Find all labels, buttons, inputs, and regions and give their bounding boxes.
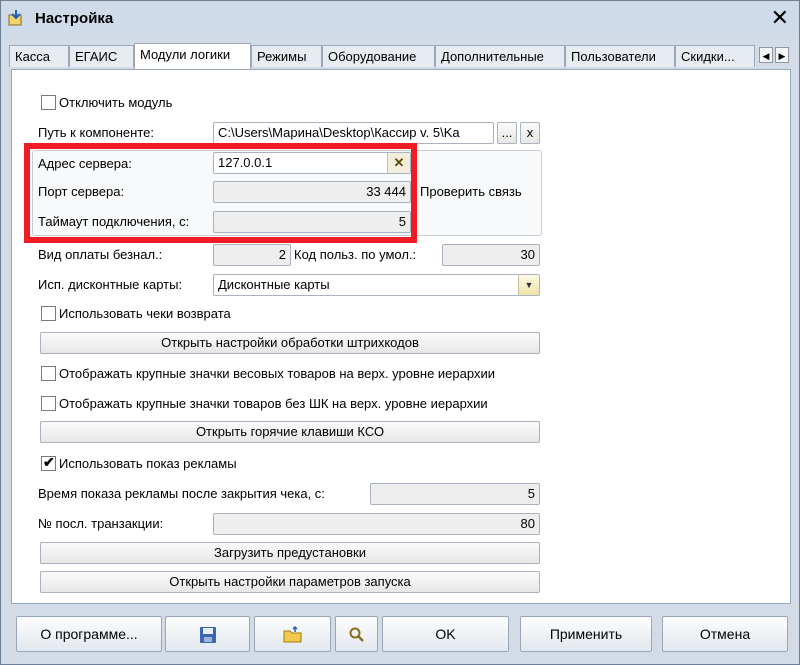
apply-button[interactable]: Применить [520, 616, 652, 652]
path-field[interactable]: C:\Users\Марина\Desktop\Кассир v. 5\Ka [213, 122, 494, 144]
discount-cards-label: Исп. дисконтные карты: [38, 277, 183, 292]
chevron-down-icon[interactable]: ▼ [518, 275, 539, 295]
ads-time-field[interactable]: 5 [370, 483, 540, 505]
weight-icons-checkbox[interactable] [41, 366, 56, 381]
disable-module-checkbox[interactable] [41, 95, 56, 110]
title-bar: Настройка ✕ [1, 1, 799, 37]
window-title: Настройка [35, 10, 114, 27]
last-transaction-field[interactable]: 80 [213, 513, 540, 535]
nobarcode-icons-checkbox[interactable] [41, 396, 56, 411]
use-returns-label: Использовать чеки возврата [59, 306, 231, 321]
settings-window: Настройка ✕ Касса ЕГАИС Модули логики Ре… [0, 0, 800, 665]
ads-time-label: Время показа рекламы после закрытия чека… [38, 486, 325, 501]
discount-cards-select[interactable]: Дисконтные карты ▼ [213, 274, 540, 296]
default-user-code-field[interactable]: 30 [442, 244, 540, 266]
tab-additional[interactable]: Дополнительные [435, 45, 565, 67]
sco-hotkeys-button[interactable]: Открыть горячие клавиши КСО [40, 421, 540, 443]
server-address-label: Адрес сервера: [38, 156, 132, 171]
tab-egais[interactable]: ЕГАИС [69, 45, 134, 67]
search-icon [349, 627, 364, 643]
tab-scroll-right-icon[interactable]: ▶ [775, 47, 789, 63]
floppy-disk-icon [199, 627, 216, 644]
path-label: Путь к компоненте: [38, 125, 154, 140]
tab-equipment[interactable]: Оборудование [322, 45, 435, 67]
cancel-button[interactable]: Отмена [662, 616, 788, 652]
cashless-payment-label: Вид оплаты безнал.: [38, 247, 163, 262]
search-button[interactable] [335, 616, 378, 652]
checkmark-icon: ✔ [43, 454, 55, 470]
save-button[interactable] [165, 616, 250, 652]
launch-params-button[interactable]: Открыть настройки параметров запуска [40, 571, 540, 593]
server-address-field[interactable]: 127.0.0.1 ✕ [213, 152, 411, 174]
timeout-label: Таймаут подключения, с: [38, 214, 190, 229]
server-port-label: Порт сервера: [38, 184, 125, 199]
server-port-field[interactable]: 33 444 [213, 181, 411, 203]
tab-scroll-left-icon[interactable]: ◀ [759, 47, 773, 63]
timeout-field[interactable]: 5 [213, 211, 411, 233]
check-connection-button[interactable]: Проверить связь [420, 184, 522, 199]
logic-modules-panel: Отключить модуль Путь к компоненте: C:\U… [11, 69, 791, 604]
tab-strip: Касса ЕГАИС Модули логики Режимы Оборудо… [9, 43, 799, 69]
tab-kassa[interactable]: Касса [9, 45, 69, 67]
last-transaction-label: № посл. транзакции: [38, 516, 164, 531]
ok-button[interactable]: OK [382, 616, 509, 652]
use-returns-checkbox[interactable] [41, 306, 56, 321]
open-folder-button[interactable] [254, 616, 331, 652]
app-icon [8, 10, 22, 26]
tab-users[interactable]: Пользователи [565, 45, 675, 67]
default-user-code-label: Код польз. по умол.: [294, 247, 417, 262]
clear-address-icon[interactable]: ✕ [387, 153, 410, 173]
clear-path-button[interactable]: x [520, 122, 540, 144]
use-ads-label: Использовать показ рекламы [59, 456, 237, 471]
tab-modes[interactable]: Режимы [251, 45, 322, 67]
tab-discounts[interactable]: Скидки... [675, 45, 755, 67]
cashless-payment-field[interactable]: 2 [213, 244, 291, 266]
barcode-settings-button[interactable]: Открыть настройки обработки штрихкодов [40, 332, 540, 354]
tab-logic-modules[interactable]: Модули логики [134, 43, 251, 69]
disable-module-label: Отключить модуль [59, 95, 173, 110]
discount-cards-value: Дисконтные карты [218, 277, 330, 292]
load-presets-button[interactable]: Загрузить предустановки [40, 542, 540, 564]
weight-icons-label: Отображать крупные значки весовых товаро… [59, 366, 495, 381]
server-address-value: 127.0.0.1 [218, 155, 273, 170]
close-icon[interactable]: ✕ [771, 6, 789, 30]
browse-button[interactable]: ... [497, 122, 517, 144]
nobarcode-icons-label: Отображать крупные значки товаров без ШК… [59, 396, 488, 411]
use-ads-checkbox[interactable]: ✔ [41, 454, 56, 471]
about-button[interactable]: О программе... [16, 616, 162, 652]
folder-open-icon [283, 626, 301, 643]
